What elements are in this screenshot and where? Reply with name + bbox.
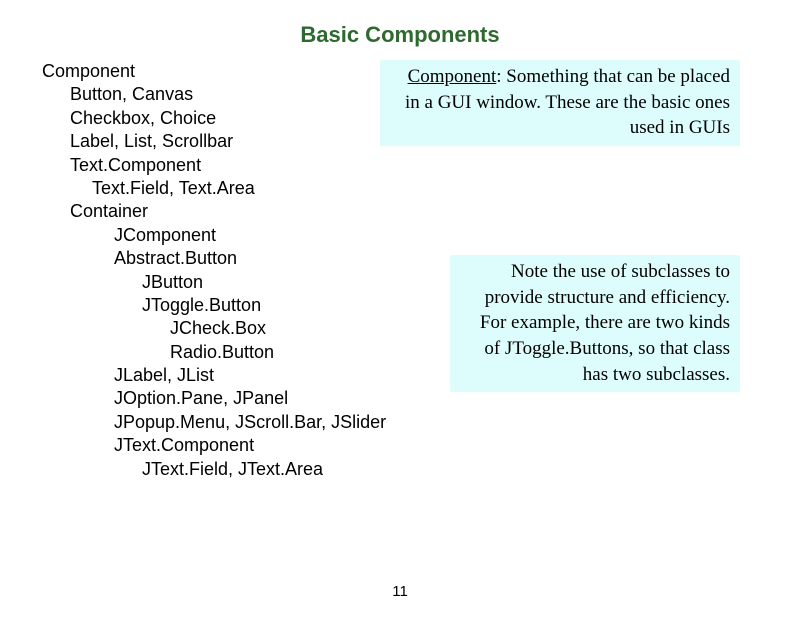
content-area: Component Button, Canvas Checkbox, Choic… [0, 60, 800, 481]
hierarchy-line: JText.Field, JText.Area [142, 458, 800, 481]
page-title: Basic Components [0, 22, 800, 48]
hierarchy-line: Container [70, 200, 800, 223]
callout-note: Note the use of subclasses to provide st… [450, 255, 740, 392]
page-number: 11 [392, 583, 408, 600]
callout-key-word: Component [408, 66, 497, 87]
hierarchy-line: Text.Field, Text.Area [92, 177, 800, 200]
hierarchy-line: JText.Component [114, 434, 800, 457]
hierarchy-line: JPopup.Menu, JScroll.Bar, JSlider [114, 411, 800, 434]
hierarchy-line: Text.Component [70, 154, 800, 177]
hierarchy-line: JComponent [114, 224, 800, 247]
callout-definition: Component: Something that can be placed … [380, 60, 740, 146]
